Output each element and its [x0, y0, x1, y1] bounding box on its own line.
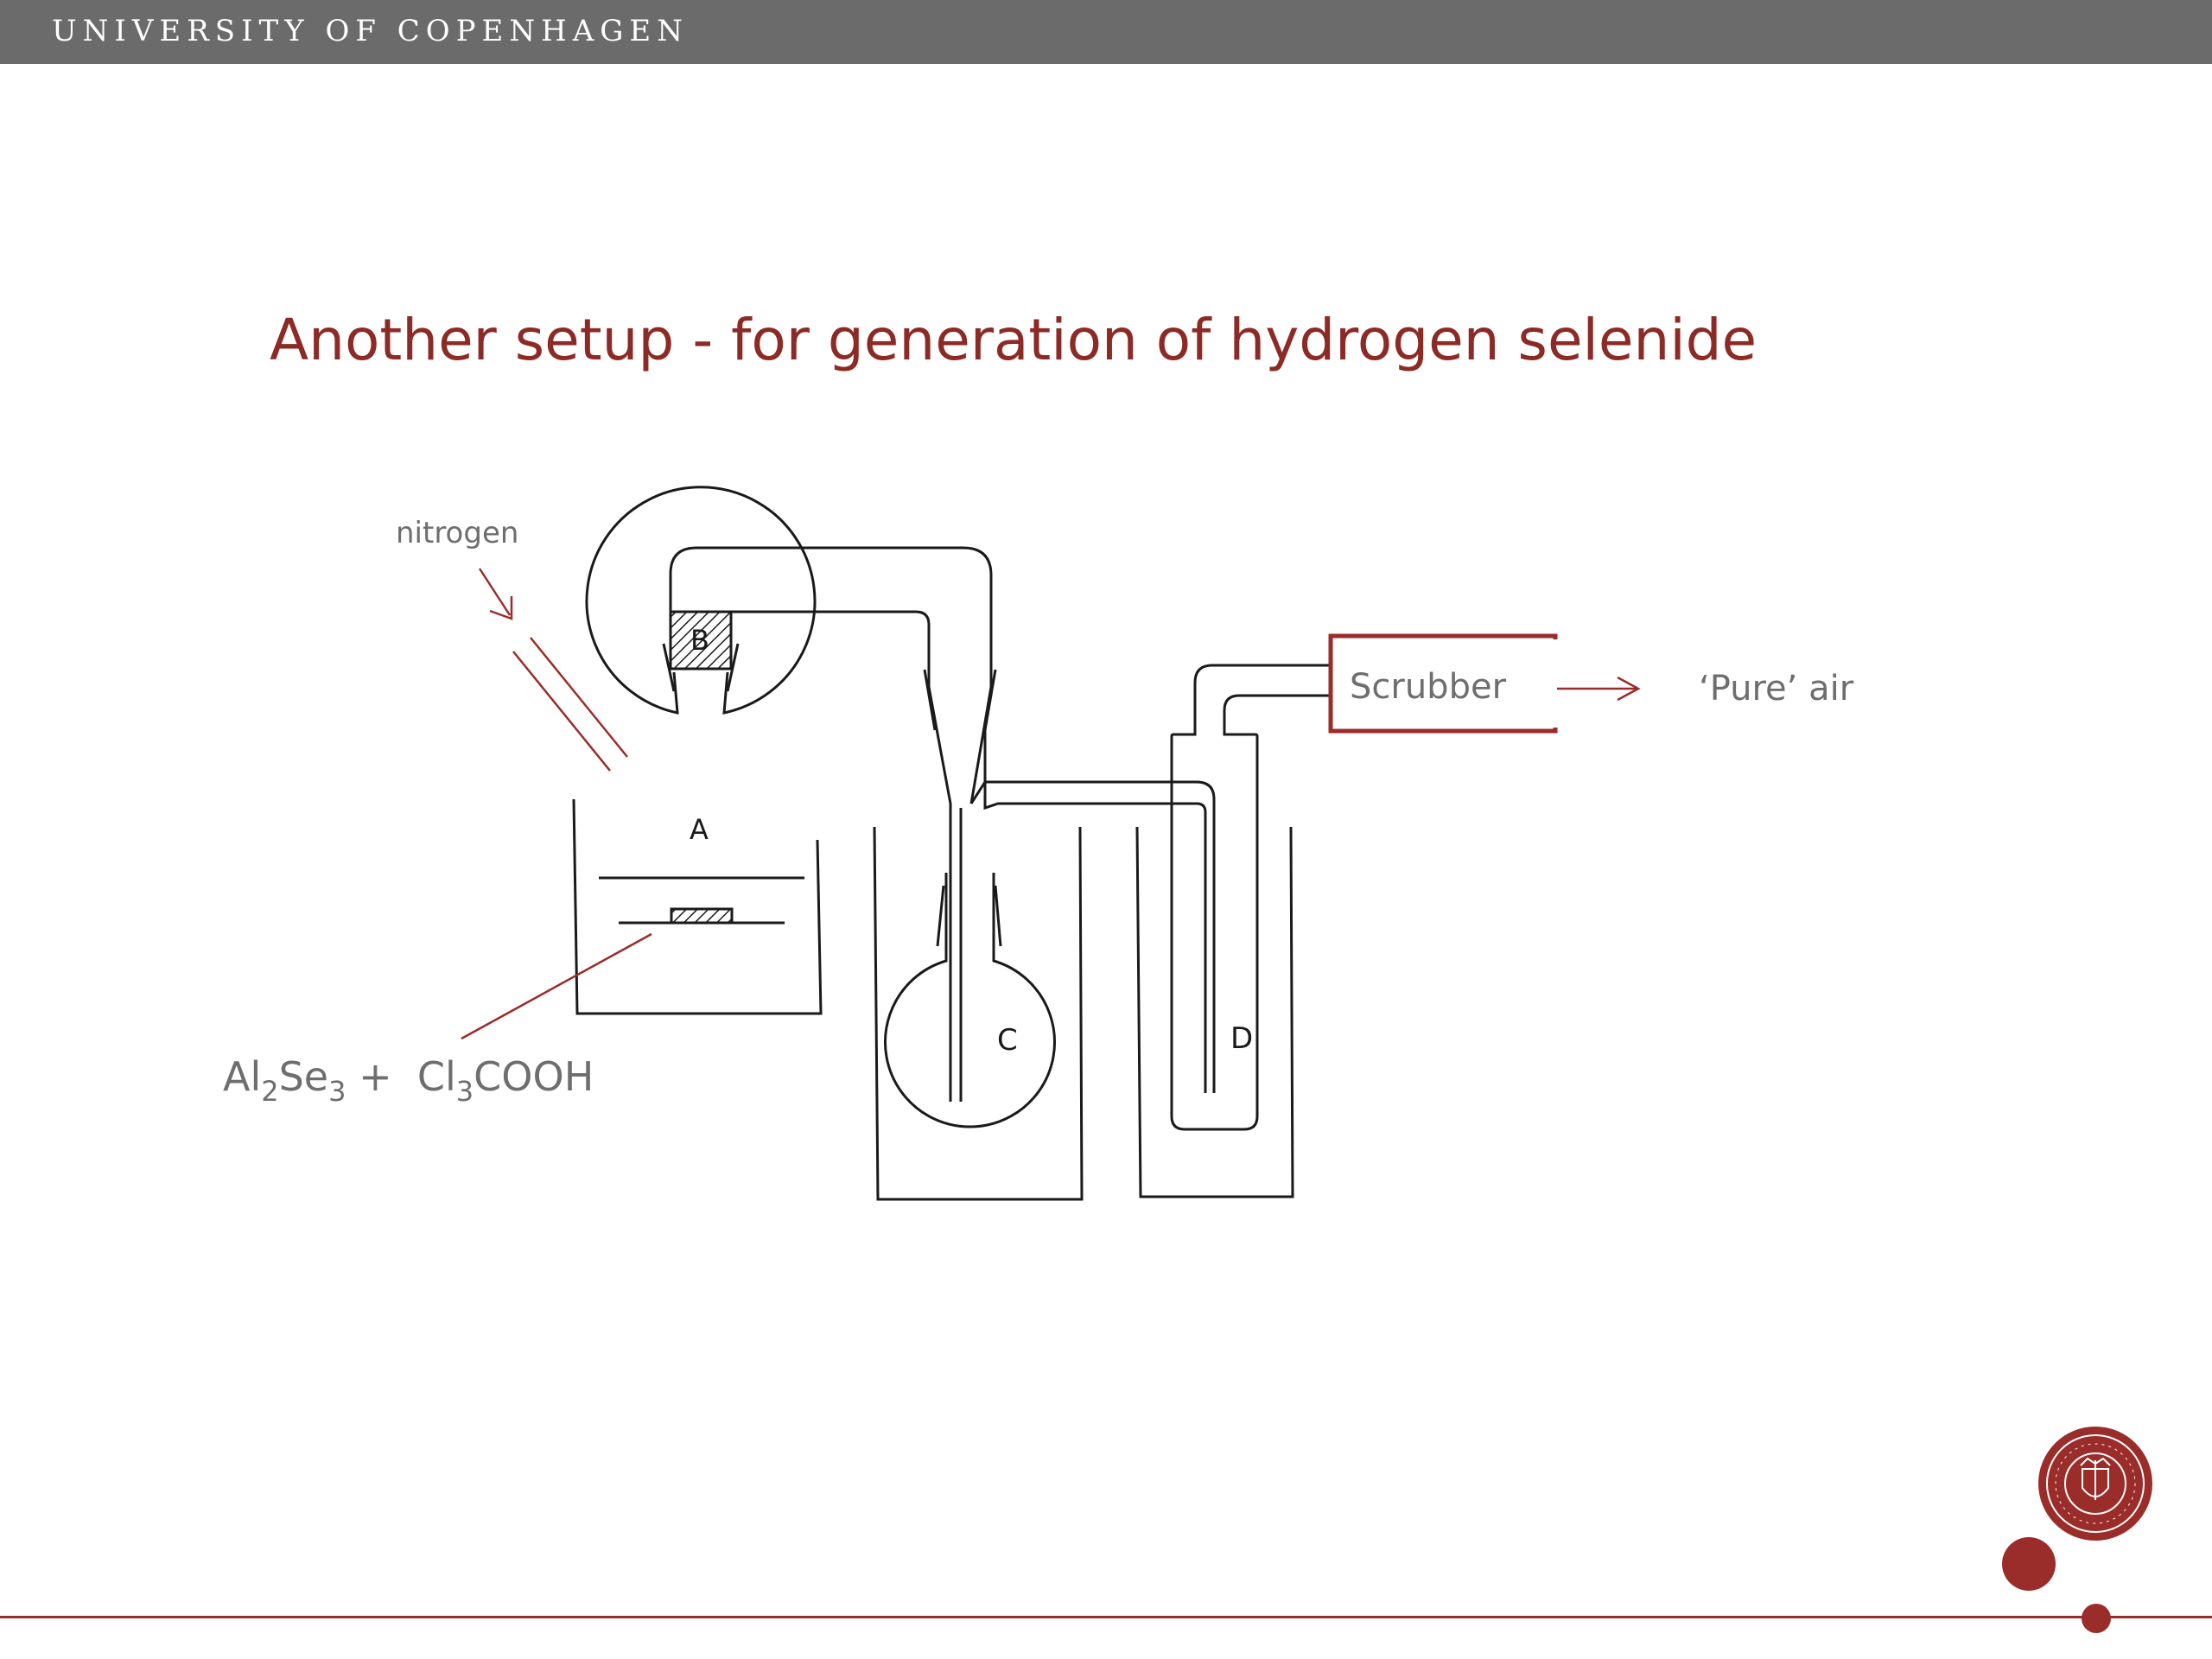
- nitrogen-arrow: [478, 568, 513, 620]
- decorative-dot-small: [2082, 1604, 2111, 1633]
- label-a: A: [690, 813, 709, 846]
- apparatus-diagram: nitrogen B A Al2Se3 + Cl3COOH C D Scrubb…: [223, 486, 2152, 1633]
- label-d: D: [1230, 1021, 1253, 1056]
- trap-d: [1170, 664, 1331, 1131]
- decorative-dot-large: [2002, 1537, 2056, 1591]
- reagent-pointer: [461, 932, 652, 1040]
- nitrogen-label: nitrogen: [396, 516, 518, 550]
- flask-c: [884, 873, 1056, 1128]
- pure-air-label: ‘Pure’ air: [1699, 669, 1854, 709]
- label-b: B: [690, 624, 709, 657]
- scrubber-label: Scrubber: [1350, 667, 1507, 707]
- label-c: C: [997, 1023, 1018, 1058]
- nitrogen-inlet-tube: [512, 637, 628, 772]
- university-seal-icon: [2038, 1427, 2152, 1541]
- output-arrow: [1557, 676, 1641, 702]
- flask-a: [585, 486, 817, 925]
- footer-line: [0, 1616, 2212, 1618]
- reagents-formula: Al2Se3 + Cl3COOH: [223, 1053, 594, 1108]
